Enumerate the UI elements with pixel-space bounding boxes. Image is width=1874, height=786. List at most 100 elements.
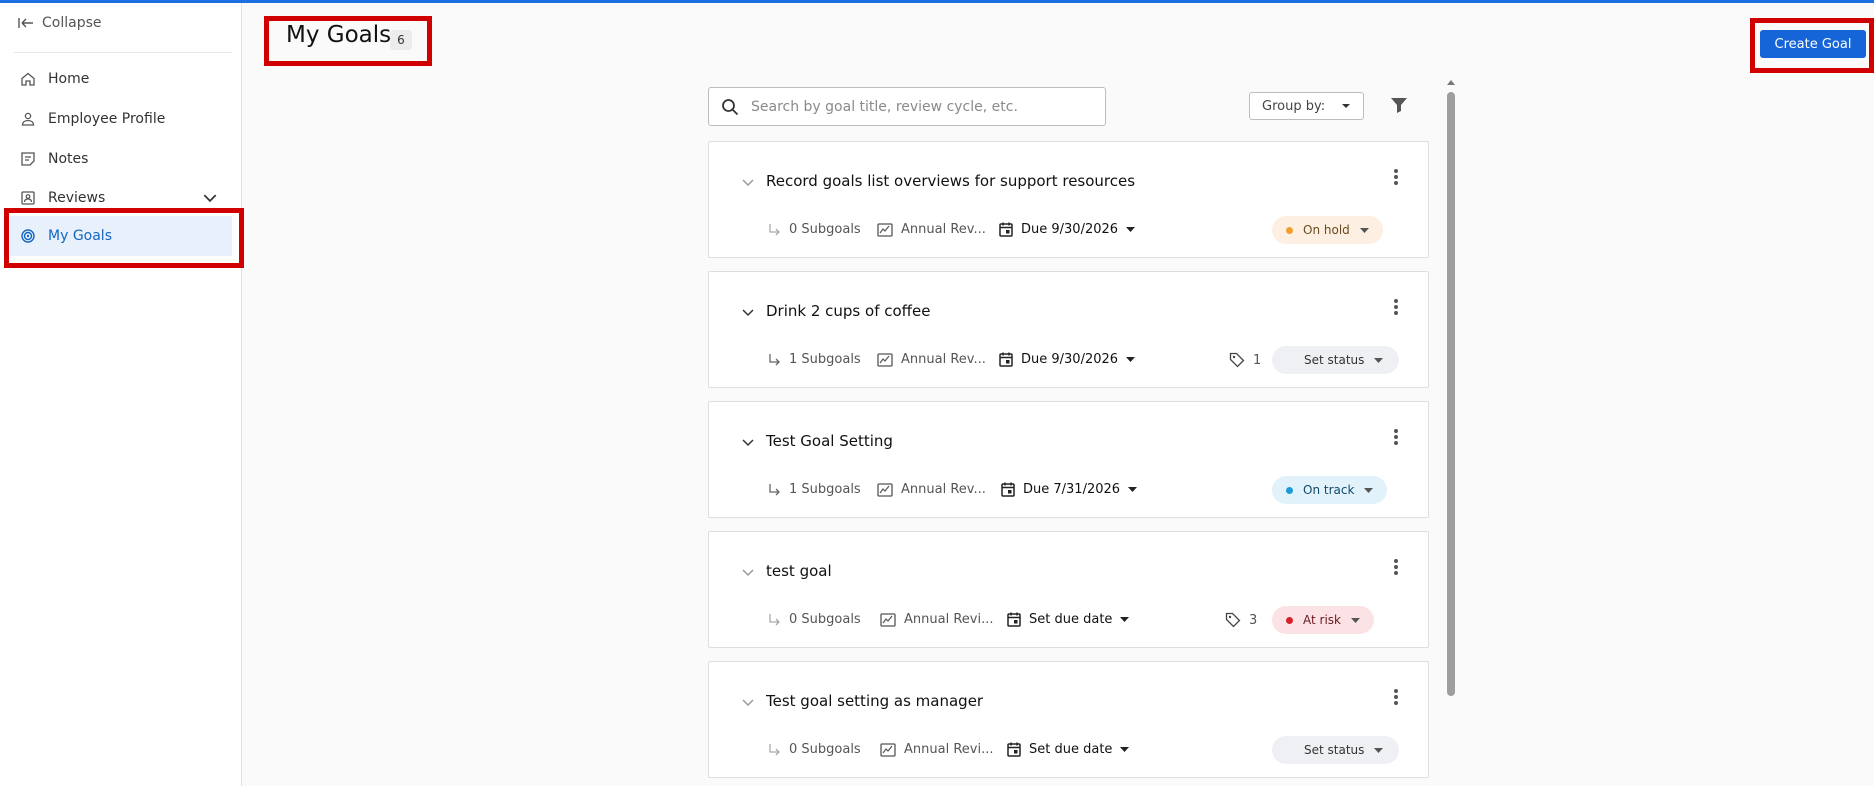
group-by-select[interactable]: Group by: [1249, 92, 1364, 120]
sidebar-item-label: Home [48, 71, 90, 87]
subgoals-label: 0 Subgoals [789, 612, 861, 627]
review-cycle-icon [877, 482, 893, 497]
status-dot [1286, 226, 1293, 234]
status-dot [1286, 486, 1293, 494]
sidebar: Collapse Home Employee Profile Notes Rev… [0, 3, 242, 786]
more-options-icon[interactable] [1393, 298, 1399, 316]
caret-down-icon [1364, 487, 1374, 493]
status-label: On hold [1303, 223, 1350, 237]
more-options-icon[interactable] [1393, 428, 1399, 446]
calendar-icon [1007, 612, 1021, 627]
tags-count[interactable]: 3 [1225, 612, 1257, 628]
reviews-icon [21, 191, 35, 205]
subgoals-count[interactable]: 0 Subgoals [767, 742, 861, 757]
goal-title[interactable]: Test goal setting as manager [766, 692, 983, 710]
chevron-down-icon[interactable] [741, 568, 755, 578]
sidebar-item-my-goals[interactable]: My Goals [10, 216, 232, 256]
subgoal-arrow-icon [769, 743, 780, 755]
caret-down-icon [1126, 227, 1136, 232]
review-cycle: Annual Revi... [880, 612, 993, 627]
tags-count[interactable]: 1 [1229, 352, 1261, 368]
status-label: At risk [1303, 613, 1341, 627]
more-options-icon[interactable] [1393, 558, 1399, 576]
create-goal-button[interactable]: Create Goal [1760, 30, 1866, 58]
search-box[interactable] [708, 87, 1106, 126]
sidebar-item-label: Notes [48, 151, 89, 167]
status-badge[interactable]: On hold [1272, 216, 1383, 244]
sidebar-divider [14, 52, 232, 53]
caret-down-icon [1128, 487, 1138, 492]
status-label: On track [1303, 483, 1355, 497]
collapse-label: Collapse [42, 15, 102, 31]
status-label: Set status [1304, 353, 1365, 367]
notes-icon [21, 152, 35, 166]
caret-down-icon [1120, 747, 1130, 752]
goal-title[interactable]: Drink 2 cups of coffee [766, 302, 930, 320]
sidebar-item-employee-profile[interactable]: Employee Profile [10, 99, 232, 139]
status-badge[interactable]: On track [1272, 476, 1388, 504]
caret-down-icon [1359, 227, 1369, 233]
search-icon [722, 98, 739, 115]
due-date-select[interactable]: Due 9/30/2026 [999, 222, 1136, 237]
goal-card[interactable]: Record goals list overviews for support … [708, 141, 1429, 258]
tags-label: 1 [1253, 352, 1262, 368]
search-input[interactable] [751, 98, 1091, 115]
calendar-icon [1007, 742, 1021, 757]
scroll-up-arrow-icon[interactable] [1446, 78, 1456, 86]
more-options-icon[interactable] [1393, 688, 1399, 706]
collapse-button[interactable]: Collapse [18, 15, 102, 31]
review-cycle: Annual Rev... [877, 352, 986, 367]
caret-down-icon [1351, 617, 1360, 623]
goal-card[interactable]: Test goal setting as manager 0 Subgoals … [708, 661, 1429, 778]
filter-icon[interactable] [1390, 96, 1408, 114]
due-date-label: Due 9/30/2026 [1021, 222, 1119, 237]
sidebar-item-reviews[interactable]: Reviews [10, 178, 232, 218]
chevron-down-icon[interactable] [741, 178, 755, 188]
status-label: Set status [1304, 743, 1365, 757]
caret-down-icon [1120, 617, 1130, 622]
chevron-down-icon[interactable] [202, 190, 218, 206]
chevron-down-icon[interactable] [741, 698, 755, 708]
subgoals-label: 0 Subgoals [789, 742, 861, 757]
status-badge[interactable]: Set status [1272, 346, 1400, 374]
sidebar-item-notes[interactable]: Notes [10, 139, 232, 179]
scrollbar-thumb[interactable] [1447, 92, 1455, 696]
goal-title[interactable]: Record goals list overviews for support … [766, 172, 1135, 190]
person-icon [21, 112, 35, 126]
review-cycle-label: Annual Rev... [901, 482, 986, 497]
due-date-select[interactable]: Due 7/31/2026 [1001, 482, 1138, 497]
sidebar-item-label: Employee Profile [48, 111, 166, 127]
subgoals-count[interactable]: 1 Subgoals [767, 482, 861, 497]
review-cycle-icon [880, 612, 896, 627]
subgoals-label: 1 Subgoals [789, 352, 861, 367]
due-date-select[interactable]: Due 9/30/2026 [999, 352, 1136, 367]
group-by-label: Group by: [1262, 98, 1326, 114]
status-badge[interactable]: Set status [1272, 736, 1400, 764]
goal-title[interactable]: Test Goal Setting [766, 432, 893, 450]
status-badge[interactable]: At risk [1272, 606, 1374, 634]
more-options-icon[interactable] [1393, 168, 1399, 186]
subgoals-count[interactable]: 1 Subgoals [767, 352, 861, 367]
subgoals-count[interactable]: 0 Subgoals [767, 612, 861, 627]
tags-label: 3 [1249, 612, 1258, 628]
chevron-down-icon[interactable] [741, 308, 755, 318]
due-date-label: Set due date [1029, 612, 1113, 627]
goal-card[interactable]: Drink 2 cups of coffee 1 Subgoals Annual… [708, 271, 1429, 388]
subgoal-arrow-icon [769, 613, 780, 625]
sidebar-item-label: My Goals [48, 228, 112, 244]
review-cycle-icon [877, 352, 893, 367]
review-cycle-label: Annual Revi... [904, 742, 994, 757]
chevron-down-icon[interactable] [741, 438, 755, 448]
due-date-select[interactable]: Set due date [1007, 612, 1130, 627]
review-cycle-icon [877, 222, 893, 237]
goal-card[interactable]: Test Goal Setting 1 Subgoals Annual Rev.… [708, 401, 1429, 518]
sidebar-item-home[interactable]: Home [10, 59, 232, 99]
due-date-select[interactable]: Set due date [1007, 742, 1130, 757]
due-date-label: Due 7/31/2026 [1023, 482, 1121, 497]
due-date-label: Set due date [1029, 742, 1113, 757]
goal-title[interactable]: test goal [766, 562, 832, 580]
subgoals-count[interactable]: 0 Subgoals [767, 222, 861, 237]
goal-card[interactable]: test goal 0 Subgoals Annual Revi... Set … [708, 531, 1429, 648]
caret-down-icon [1374, 357, 1384, 363]
review-cycle-label: Annual Rev... [901, 222, 986, 237]
